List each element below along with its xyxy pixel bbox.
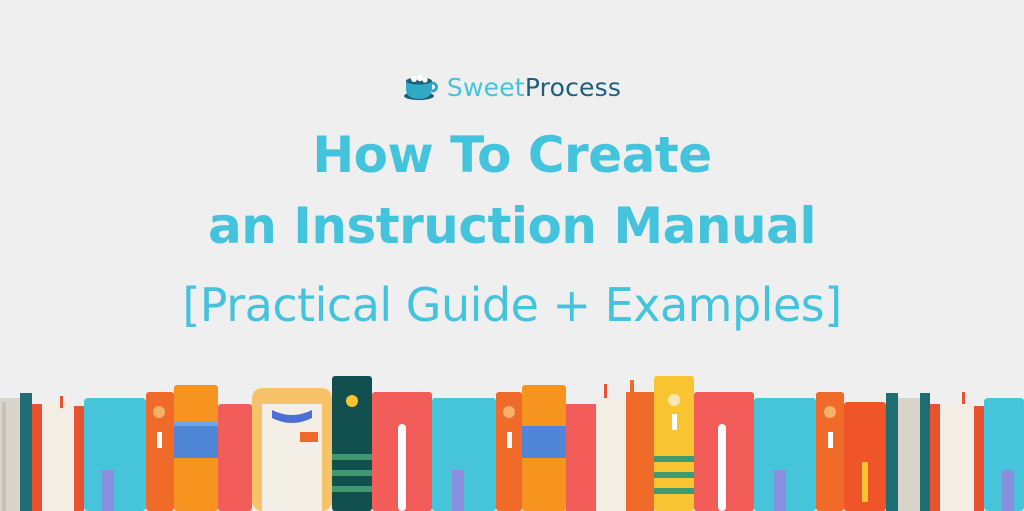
brand-logo: SweetProcess (0, 72, 1024, 102)
books-illustration (0, 376, 1024, 511)
brand-name-process: Process (524, 72, 622, 102)
title-line-1: How To Create (312, 126, 712, 184)
subtitle: [Practical Guide + Examples] (182, 278, 842, 332)
brand-name-sweet: Sweet (446, 72, 525, 102)
coffee-mug-icon (403, 74, 438, 100)
brand-name: SweetProcess (447, 73, 621, 102)
title-line-2: an Instruction Manual (208, 197, 816, 255)
